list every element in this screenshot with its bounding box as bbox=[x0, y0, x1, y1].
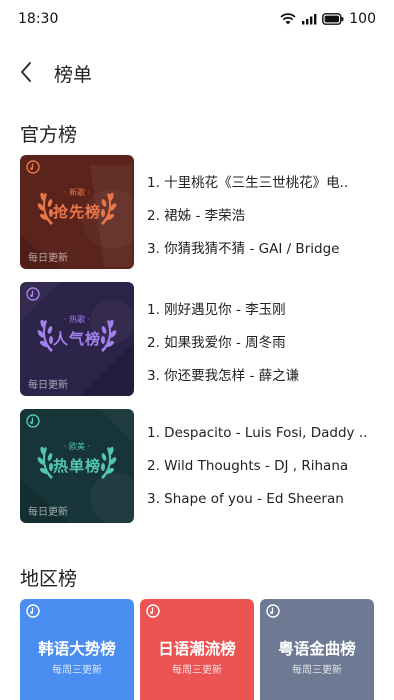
update-frequency: 每日更新 bbox=[28, 380, 68, 391]
region-chart-update: 每周三更新 bbox=[172, 665, 222, 676]
back-button[interactable] bbox=[14, 58, 38, 86]
track-item[interactable]: 3. 你猜我猜不猜 - GAI / Bridge bbox=[147, 237, 380, 257]
chart-cover[interactable]: · 欧美 · 热单榜 每日更新 bbox=[20, 409, 134, 523]
official-chart-row[interactable]: · 欧美 · 热单榜 每日更新 1. Despacito - Luis Fosi… bbox=[20, 409, 380, 523]
chart-cover[interactable]: · 热歌 · 人气榜 每日更新 bbox=[20, 282, 134, 396]
music-note-icon bbox=[26, 160, 40, 174]
track-item[interactable]: 1. 刚好遇见你 - 李玉刚 bbox=[147, 298, 380, 318]
music-note-icon bbox=[146, 604, 160, 618]
signal-icon bbox=[302, 14, 317, 25]
region-chart-update: 每周三更新 bbox=[52, 665, 102, 676]
official-chart-row[interactable]: · 热歌 · 人气榜 每日更新 1. 刚好遇见你 - 李玉刚 2. 如果我爱你 … bbox=[20, 282, 380, 396]
music-note-icon bbox=[26, 414, 40, 428]
region-chart-update: 每周三更新 bbox=[292, 665, 342, 676]
music-note-icon bbox=[266, 604, 280, 618]
cover-subtitle: · 热歌 · bbox=[63, 315, 91, 324]
track-item[interactable]: 3. 你还要我怎样 - 薛之谦 bbox=[147, 364, 380, 384]
track-list: 1. 刚好遇见你 - 李玉刚 2. 如果我爱你 - 周冬雨 3. 你还要我怎样 … bbox=[147, 282, 380, 396]
status-bar: 18:30 100 bbox=[0, 0, 394, 40]
track-item[interactable]: 1. Despacito - Luis Fosi, Daddy .. bbox=[147, 425, 380, 441]
cover-title: 人气榜 bbox=[52, 330, 101, 348]
chart-cover[interactable]: · 新歌 · 抢先榜 每日更新 bbox=[20, 155, 134, 269]
region-chart-title: 韩语大势榜 bbox=[38, 640, 116, 658]
region-chart-title: 粤语金曲榜 bbox=[278, 640, 356, 658]
track-item[interactable]: 2. Wild Thoughts - DJ , Rihana bbox=[147, 458, 380, 474]
track-list: 1. Despacito - Luis Fosi, Daddy .. 2. Wi… bbox=[147, 409, 380, 523]
track-list: 1. 十里桃花《三生三世桃花》电.. 2. 裙姊 - 李荣浩 3. 你猜我猜不猜… bbox=[147, 155, 380, 269]
page-title: 榜单 bbox=[54, 64, 93, 86]
region-chart-card[interactable]: 日语潮流榜 每周三更新 bbox=[140, 599, 254, 700]
wifi-icon bbox=[280, 13, 296, 25]
battery-icon bbox=[322, 13, 344, 25]
track-item[interactable]: 3. Shape of you - Ed Sheeran bbox=[147, 491, 380, 507]
track-item[interactable]: 1. 十里桃花《三生三世桃花》电.. bbox=[147, 171, 380, 191]
region-chart-card[interactable]: 粤语金曲榜 每周三更新 bbox=[260, 599, 374, 700]
section-title-official: 官方榜 bbox=[20, 124, 78, 146]
status-time: 18:30 bbox=[18, 11, 59, 27]
status-icons: 100 bbox=[280, 11, 376, 27]
app-header: 榜单 bbox=[0, 52, 394, 92]
track-item[interactable]: 2. 如果我爱你 - 周冬雨 bbox=[147, 331, 380, 351]
cover-title: 抢先榜 bbox=[52, 203, 101, 221]
region-chart-title: 日语潮流榜 bbox=[158, 640, 236, 658]
section-title-region: 地区榜 bbox=[20, 568, 78, 590]
region-chart-card[interactable]: 韩语大势榜 每周三更新 bbox=[20, 599, 134, 700]
music-note-icon bbox=[26, 604, 40, 618]
back-arrow-icon bbox=[21, 62, 31, 82]
update-frequency: 每日更新 bbox=[28, 507, 68, 518]
cover-subtitle: · 新歌 · bbox=[63, 188, 91, 197]
cover-subtitle: · 欧美 · bbox=[63, 442, 91, 451]
track-item[interactable]: 2. 裙姊 - 李荣浩 bbox=[147, 204, 380, 224]
music-note-icon bbox=[26, 287, 40, 301]
cover-title: 热单榜 bbox=[52, 457, 101, 475]
update-frequency: 每日更新 bbox=[28, 253, 68, 264]
battery-level: 100 bbox=[349, 11, 376, 27]
official-chart-row[interactable]: · 新歌 · 抢先榜 每日更新 1. 十里桃花《三生三世桃花》电.. 2. 裙姊… bbox=[20, 155, 380, 269]
